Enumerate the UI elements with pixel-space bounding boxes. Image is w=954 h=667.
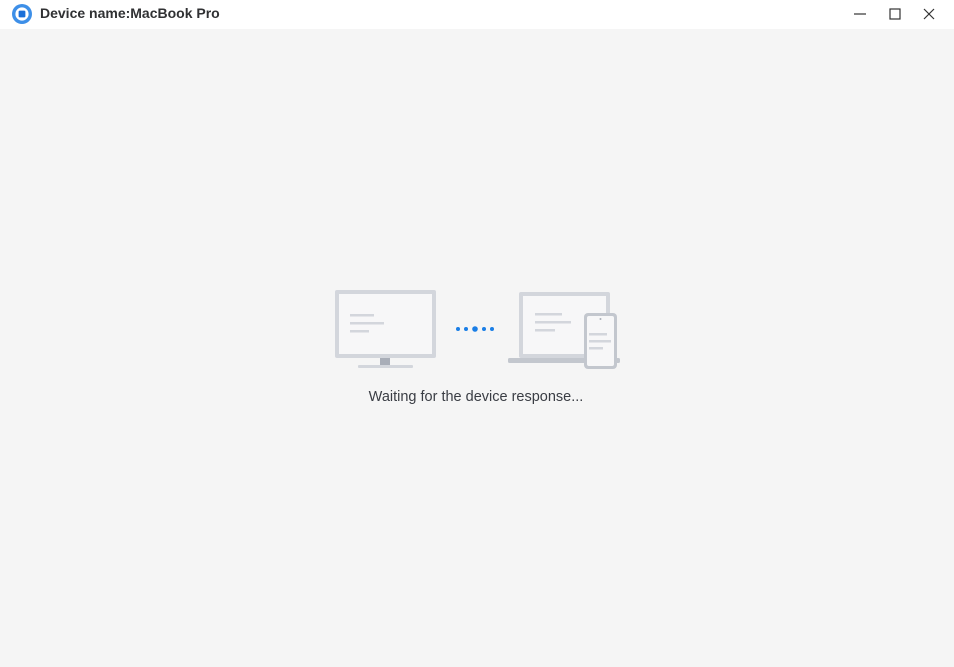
minimize-icon [853,7,867,21]
desktop-monitor-icon [335,290,436,368]
window-title: Device name:MacBook Pro [40,5,220,21]
maximize-icon [888,7,902,21]
close-button[interactable] [912,0,946,27]
app-logo-icon [11,3,33,25]
phone-icon [584,313,617,369]
status-message: Waiting for the device response... [368,389,584,405]
app-window: Device name:MacBook Pro Waiting for the … [0,0,954,667]
connection-illustration [333,288,623,372]
maximize-button[interactable] [878,0,912,27]
title-bar[interactable]: Device name:MacBook Pro [0,0,954,29]
minimize-button[interactable] [843,0,877,27]
connecting-dots-icon [456,326,494,332]
close-icon [922,7,936,21]
